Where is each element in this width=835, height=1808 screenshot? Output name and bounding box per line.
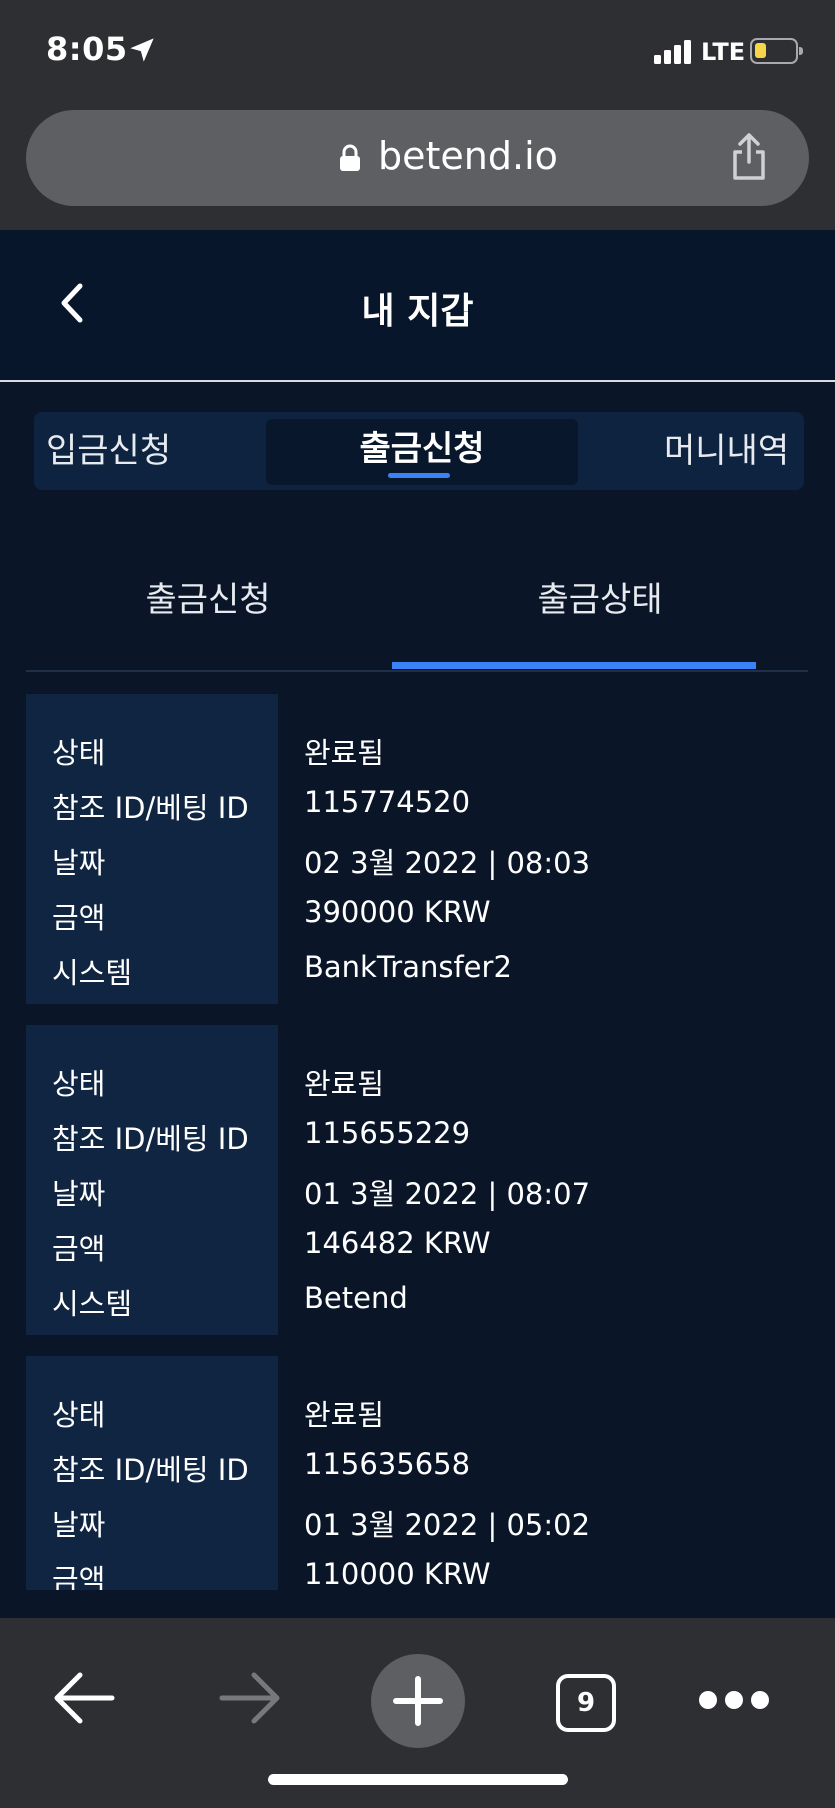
record-label-panel: 상태 참조 ID/베팅 ID 날짜 금액 [26, 1356, 278, 1590]
network-type: LTE [701, 38, 746, 66]
record-card: 상태 참조 ID/베팅 ID 날짜 금액 시스템 완료됨 115655229 0… [26, 1025, 808, 1335]
battery-icon [750, 38, 803, 64]
tab-count-button[interactable]: 9 [556, 1674, 616, 1732]
tab-deposit-request[interactable]: 입금신청 [46, 412, 171, 490]
value-status: 완료됨 [304, 1398, 385, 1432]
label-date: 날짜 [52, 1177, 106, 1211]
record-card: 상태 참조 ID/베팅 ID 날짜 금액 완료됨 115635658 01 3월… [26, 1356, 808, 1590]
value-ref-id: 115635658 [304, 1447, 471, 1481]
value-status: 완료됨 [304, 1067, 385, 1101]
signal-icon [654, 40, 691, 64]
label-date: 날짜 [52, 1508, 106, 1542]
label-ref-id: 참조 ID/베팅 ID [52, 791, 249, 825]
withdrawal-records[interactable]: 상태 참조 ID/베팅 ID 날짜 금액 시스템 완료됨 115774520 0… [26, 694, 808, 1590]
browser-toolbar: 9 [0, 1618, 835, 1808]
home-indicator [268, 1774, 568, 1785]
label-amount: 금액 [52, 1563, 106, 1590]
label-amount: 금액 [52, 1232, 106, 1266]
label-status: 상태 [52, 1398, 106, 1432]
value-ref-id: 115655229 [304, 1116, 471, 1150]
arrow-right-icon[interactable] [218, 1670, 282, 1726]
new-tab-button[interactable] [371, 1654, 465, 1748]
sub-tabs: 출금신청 출금상태 [26, 540, 808, 672]
value-system: BankTransfer2 [304, 950, 512, 984]
label-system: 시스템 [52, 1287, 133, 1321]
value-amount: 390000 KRW [304, 895, 491, 929]
value-amount: 110000 KRW [304, 1557, 491, 1590]
address-bar[interactable]: betend.io [26, 110, 809, 206]
label-system: 시스템 [52, 956, 133, 990]
status-bar: 8:05 LTE [0, 0, 835, 104]
label-status: 상태 [52, 1067, 106, 1101]
value-system: Betend [304, 1281, 408, 1315]
tab-label: 출금신청 [359, 429, 485, 469]
value-date: 01 3월 2022 | 05:02 [304, 1508, 591, 1542]
label-date: 날짜 [52, 846, 106, 880]
record-label-panel: 상태 참조 ID/베팅 ID 날짜 금액 시스템 [26, 1025, 278, 1335]
label-status: 상태 [52, 736, 106, 770]
url-text: betend.io [378, 134, 558, 178]
record-card: 상태 참조 ID/베팅 ID 날짜 금액 시스템 완료됨 115774520 0… [26, 694, 808, 1004]
record-label-panel: 상태 참조 ID/베팅 ID 날짜 금액 시스템 [26, 694, 278, 1004]
label-amount: 금액 [52, 901, 106, 935]
tab-money-history[interactable]: 머니내역 [664, 412, 789, 490]
arrow-left-icon[interactable] [52, 1670, 116, 1726]
subtab-withdraw-status[interactable]: 출금상태 [418, 572, 782, 621]
location-arrow-icon [130, 38, 154, 62]
page-title: 내 지갑 [361, 291, 474, 332]
browser-url-area: betend.io [0, 104, 835, 230]
plus-icon [393, 1676, 443, 1726]
ellipsis-icon[interactable] [698, 1688, 770, 1712]
value-amount: 146482 KRW [304, 1226, 491, 1260]
label-ref-id: 참조 ID/베팅 ID [52, 1453, 249, 1487]
label-ref-id: 참조 ID/베팅 ID [52, 1122, 249, 1156]
value-date: 02 3월 2022 | 08:03 [304, 846, 591, 880]
battery-level [755, 43, 766, 58]
main-tabs: 입금신청 출금신청 머니내역 [34, 412, 804, 490]
status-time: 8:05 [46, 30, 128, 68]
lock-icon [340, 144, 360, 171]
active-tab-indicator [388, 473, 450, 478]
share-icon[interactable] [729, 132, 769, 182]
subtab-withdraw-request[interactable]: 출금신청 [26, 572, 390, 621]
page-header: 내 지갑 [0, 230, 835, 382]
value-ref-id: 115774520 [304, 785, 471, 819]
active-subtab-indicator [392, 662, 756, 669]
value-status: 완료됨 [304, 736, 385, 770]
value-date: 01 3월 2022 | 08:07 [304, 1177, 591, 1211]
tab-withdraw-request[interactable]: 출금신청 [266, 419, 578, 485]
